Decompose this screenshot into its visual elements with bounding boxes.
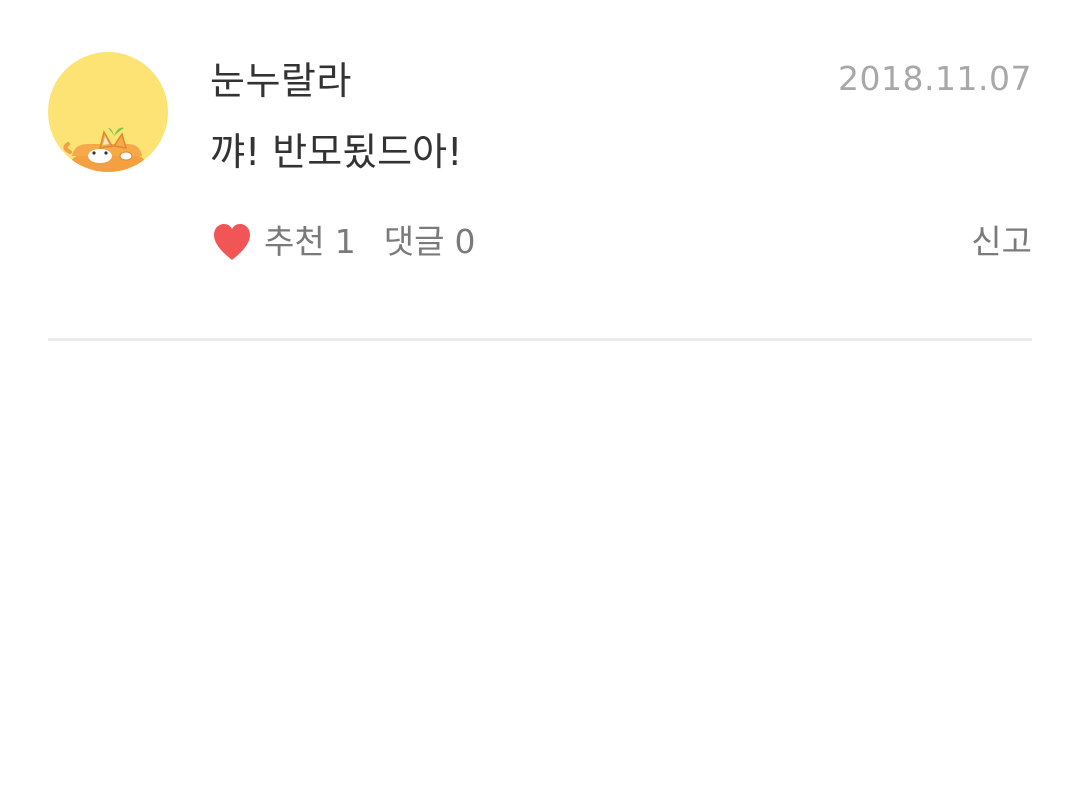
reply-label: 댓글: [383, 222, 445, 261]
author-name[interactable]: 눈누랄라: [210, 57, 352, 105]
comment-actions: 추천 1 댓글 0: [210, 218, 475, 266]
heart-icon: [214, 224, 250, 260]
avatar[interactable]: [48, 52, 168, 172]
reply-button[interactable]: 댓글 0: [384, 218, 476, 266]
like-count: 1: [334, 222, 356, 261]
comment-date: 2018.11.07: [838, 59, 1032, 98]
comment-text: 꺄! 반모됬드아!: [210, 130, 463, 174]
like-button[interactable]: 추천 1: [210, 218, 356, 266]
comment-item: 눈누랄라 2018.11.07 꺄! 반모됬드아! 추천 1 댓글 0 신고: [48, 0, 1032, 342]
divider: [48, 338, 1032, 341]
reply-count: 0: [454, 222, 476, 261]
like-label: 추천: [264, 222, 325, 261]
report-button[interactable]: 신고: [971, 218, 1032, 266]
corgi-avatar-icon: [63, 127, 146, 172]
